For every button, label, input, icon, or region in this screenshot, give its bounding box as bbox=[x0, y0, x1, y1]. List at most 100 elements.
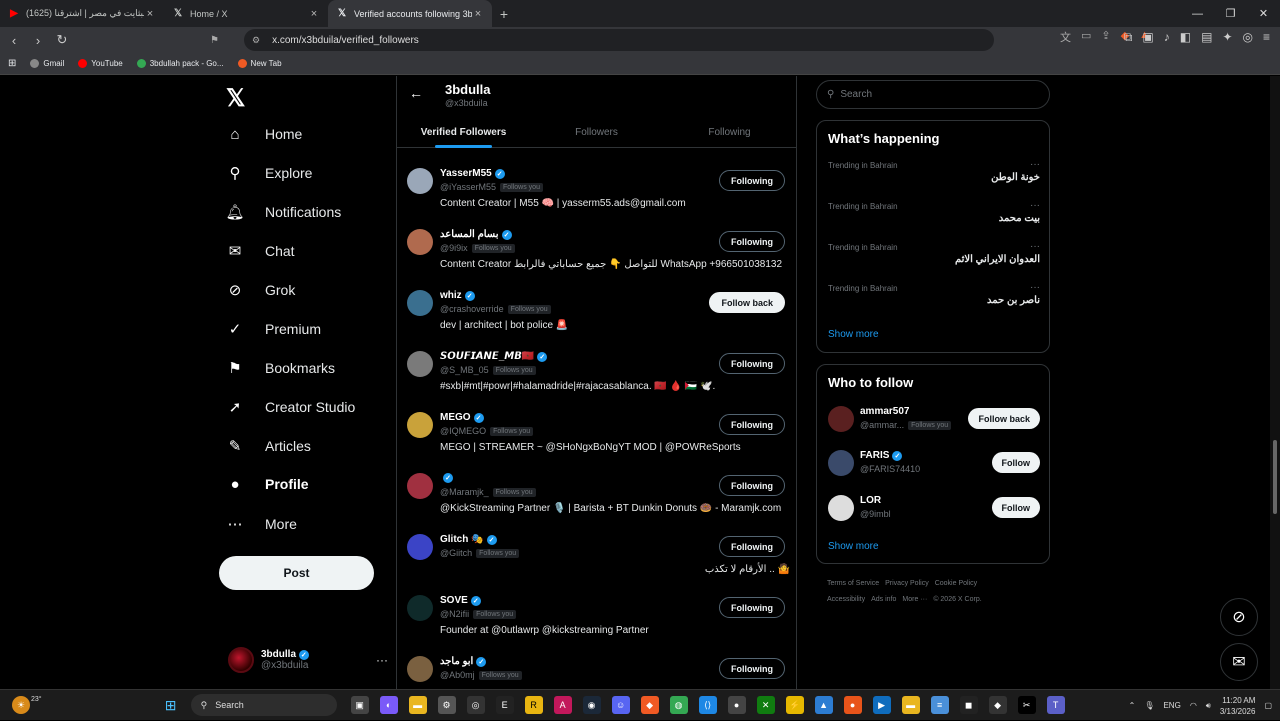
back-icon[interactable]: ‹ bbox=[4, 30, 24, 50]
suggested-name[interactable]: LOR bbox=[860, 495, 881, 506]
follower-row[interactable]: whiz ✓ @crashoverride Follows you dev | arch… bbox=[397, 284, 796, 345]
account-switcher[interactable]: 3bdulla ✓ @x3bduila ··· bbox=[228, 642, 388, 678]
follower-name[interactable]: Glitch 🎭 ✓ bbox=[440, 534, 497, 545]
browser-tab-home[interactable]: 𝕏 Home / X × bbox=[164, 0, 328, 27]
avatar[interactable] bbox=[407, 534, 433, 560]
apps-icon[interactable]: ⊞ bbox=[8, 58, 16, 69]
footer-link[interactable]: Accessibility bbox=[827, 596, 865, 603]
follow-back-button[interactable]: Follow back bbox=[968, 408, 1040, 429]
following-button[interactable]: Following bbox=[719, 231, 785, 252]
footer-link[interactable]: Ads info bbox=[871, 596, 896, 603]
close-icon[interactable]: × bbox=[308, 8, 320, 20]
messages-fab-icon[interactable]: ✉ bbox=[1220, 643, 1258, 681]
avatar[interactable] bbox=[407, 412, 433, 438]
suggested-account[interactable]: LOR @9imbl Follow bbox=[828, 491, 1040, 527]
following-button[interactable]: Following bbox=[719, 170, 785, 191]
nav-item-more[interactable]: ⋯ More bbox=[226, 509, 297, 539]
nav-item-grok[interactable]: ⊘ Grok bbox=[226, 275, 296, 305]
following-button[interactable]: Following bbox=[719, 414, 785, 435]
follower-name[interactable]: SOVE ✓ bbox=[440, 595, 481, 606]
close-icon[interactable]: × bbox=[144, 8, 156, 20]
discord-icon[interactable]: ☺ bbox=[611, 696, 630, 714]
footer-link[interactable]: Cookie Policy bbox=[935, 580, 977, 587]
nav-item-profile[interactable]: ● Profile bbox=[226, 469, 308, 499]
bookmark-youtube[interactable]: YouTube bbox=[78, 59, 123, 68]
bookmark-newtab[interactable]: New Tab bbox=[237, 59, 282, 68]
tab-followers[interactable]: Followers bbox=[530, 116, 663, 148]
trend-item[interactable]: Trending in Bahrain ··· بيت محمد bbox=[828, 200, 1040, 240]
post-button[interactable]: Post bbox=[219, 556, 374, 590]
follower-row[interactable]: بسام المساعد ✓ @9i9ix Follows you Content Cr… bbox=[397, 223, 796, 284]
follower-name[interactable]: whiz ✓ bbox=[440, 290, 475, 301]
notepad-icon[interactable]: ≡ bbox=[930, 696, 949, 714]
avatar[interactable] bbox=[407, 290, 433, 316]
following-button[interactable]: Following bbox=[719, 658, 785, 679]
menu-icon[interactable]: ≡ bbox=[1263, 30, 1270, 45]
vpn-icon[interactable]: ◎ bbox=[1243, 30, 1253, 45]
bookmark-icon[interactable]: ⚑ bbox=[210, 35, 219, 46]
footer-link[interactable]: Privacy Policy bbox=[885, 580, 929, 587]
app-orange-icon[interactable]: ● bbox=[843, 696, 862, 714]
follower-row[interactable]: MEGO ✓ @IQMEGO Follows you MEGO | STREAMER ~… bbox=[397, 406, 796, 467]
maximize-button[interactable]: ❐ bbox=[1214, 0, 1247, 27]
steam-icon[interactable]: ◉ bbox=[582, 696, 601, 714]
following-button[interactable]: Following bbox=[719, 536, 785, 557]
app-dark-icon[interactable]: ◼ bbox=[959, 696, 978, 714]
mic-icon[interactable]: 🎙︎ bbox=[1144, 701, 1154, 710]
suggested-account[interactable]: FARIS ✓ @FARIS74410 Follow bbox=[828, 446, 1040, 482]
github-icon[interactable]: ● bbox=[727, 696, 746, 714]
nav-item-creator-studio[interactable]: ➚ Creator Studio bbox=[226, 392, 356, 422]
avatar[interactable] bbox=[407, 229, 433, 255]
follow-button[interactable]: Follow bbox=[991, 497, 1040, 518]
following-button[interactable]: Following bbox=[719, 353, 785, 374]
follower-name[interactable]: YasserM55 ✓ bbox=[440, 168, 505, 179]
suggested-name[interactable]: ammar507 bbox=[860, 406, 909, 417]
bookmark-gmail[interactable]: Gmail bbox=[30, 59, 64, 68]
xbox-icon[interactable]: ✕ bbox=[756, 696, 775, 714]
bookmark-drive[interactable]: 3bdullah pack - Go... bbox=[136, 59, 224, 68]
avatar[interactable] bbox=[407, 351, 433, 377]
following-button[interactable]: Following bbox=[719, 475, 785, 496]
more-dots-icon[interactable]: ··· bbox=[376, 653, 388, 667]
nav-item-premium[interactable]: ✓ Premium bbox=[226, 314, 321, 344]
tab-following[interactable]: Following bbox=[663, 116, 796, 148]
chevron-up-icon[interactable]: ⌃ bbox=[1129, 701, 1136, 710]
url-text[interactable]: x.com/x3bduila/verified_followers bbox=[272, 35, 419, 46]
teams-icon[interactable]: T bbox=[1046, 696, 1065, 714]
back-arrow-icon[interactable]: ← bbox=[409, 85, 423, 101]
clock[interactable]: 11:20 AM 3/13/2026 bbox=[1220, 695, 1256, 717]
follower-row[interactable]: ✓ @Maramjk_ Follows you @KickStreaming Part… bbox=[397, 467, 796, 528]
follower-name[interactable]: بسام المساعد ✓ bbox=[440, 229, 512, 240]
taskbar-search[interactable]: ⚲ Search bbox=[190, 694, 337, 716]
sidebar-icon[interactable]: ◧ bbox=[1180, 30, 1191, 45]
follower-name[interactable]: ابو ماجد ✓ bbox=[440, 656, 487, 667]
nav-item-notifications[interactable]: 🔔︎ Notifications bbox=[225, 197, 341, 227]
wallet-icon[interactable]: ▣ bbox=[1142, 30, 1153, 45]
follow-button[interactable]: Follow bbox=[991, 452, 1040, 473]
follower-name[interactable]: 𝙎𝙊𝙐𝙁𝙄𝘼𝙉𝙀_𝙈𝘽🇲🇦 ✓ bbox=[440, 351, 548, 362]
leo-icon[interactable]: ✦ bbox=[1222, 30, 1232, 45]
task-view-icon[interactable]: ▣ bbox=[350, 696, 369, 714]
extensions-icon[interactable]: ⧉ bbox=[1124, 30, 1133, 45]
follower-row[interactable]: SOVE ✓ @N2ifii Follows you Founder at @0utla… bbox=[397, 589, 796, 650]
suggested-account[interactable]: ammar507 @ammar... Follows you Follow back bbox=[828, 402, 1040, 438]
minimize-button[interactable]: — bbox=[1181, 0, 1214, 27]
trend-item[interactable]: Trending in Bahrain ··· العدوان الايراني ا… bbox=[828, 241, 1040, 281]
trend-item[interactable]: Trending in Bahrain ··· خونة الوطن bbox=[828, 159, 1040, 199]
folder-icon[interactable]: ▬ bbox=[901, 696, 920, 714]
nav-item-explore[interactable]: ⚲ Explore bbox=[226, 158, 313, 188]
nav-item-chat[interactable]: ✉ Chat bbox=[226, 236, 295, 266]
grok-fab-icon[interactable]: ⊘ bbox=[1220, 598, 1258, 636]
follower-row[interactable]: ابو ماجد ✓ @Ab0mj Follows you Following bbox=[397, 650, 796, 689]
vscode-icon[interactable]: ⟨⟩ bbox=[698, 696, 717, 714]
follower-row[interactable]: Glitch 🎭 ✓ @Giitch Follows you الأرقام لا تك… bbox=[397, 528, 796, 589]
footer-link[interactable]: Terms of Service bbox=[827, 580, 879, 587]
suggested-name[interactable]: FARIS ✓ bbox=[860, 450, 903, 461]
trend-item[interactable]: Trending in Bahrain ··· ناصر بن حمد bbox=[828, 282, 1040, 322]
photos-icon[interactable]: ▲ bbox=[814, 696, 833, 714]
music-icon[interactable]: ♪ bbox=[1164, 30, 1170, 45]
x-logo-icon[interactable]: 𝕏 bbox=[226, 84, 245, 113]
close-icon[interactable]: × bbox=[472, 8, 484, 20]
app-gray-icon[interactable]: ◆ bbox=[988, 696, 1007, 714]
follower-row[interactable]: YasserM55 ✓ @iYasserM55 Follows you Content … bbox=[397, 162, 796, 223]
